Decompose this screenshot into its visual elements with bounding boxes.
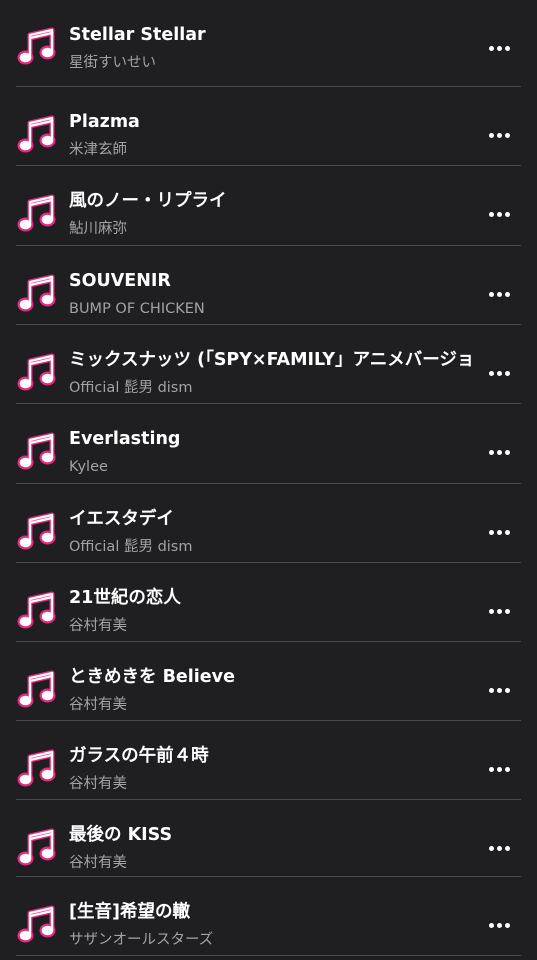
- music-note-icon: [16, 746, 60, 790]
- music-note-icon: [16, 667, 60, 711]
- track-title: Plazma: [69, 112, 140, 132]
- track-artist: サザンオールスターズ: [69, 932, 214, 948]
- more-horizontal-icon[interactable]: [483, 204, 515, 224]
- track-artist: 谷村有美: [69, 776, 127, 792]
- track-artist: Kylee: [69, 459, 108, 475]
- music-note-icon: [16, 429, 60, 473]
- track-artist: Official 髭男 dism: [69, 539, 193, 555]
- track-row[interactable]: 最後の KISS 谷村有美: [0, 800, 537, 879]
- track-artist: BUMP OF CHICKEN: [69, 301, 205, 317]
- track-title: 最後の KISS: [69, 825, 173, 845]
- track-title: Everlasting: [69, 429, 181, 449]
- track-title: ミックスナッツ (「SPY×FAMILY」アニメバージョ: [69, 350, 475, 370]
- track-title: ガラスの午前４時: [69, 746, 209, 766]
- more-horizontal-icon[interactable]: [483, 680, 515, 700]
- track-artist: 米津玄師: [69, 142, 127, 158]
- track-title: Stellar Stellar: [69, 25, 206, 45]
- track-title: 風のノー・リプライ: [69, 191, 227, 211]
- track-row[interactable]: ガラスの午前４時谷村有美: [0, 721, 537, 800]
- track-title: SOUVENIR: [69, 271, 171, 291]
- track-artist: 谷村有美: [69, 618, 127, 634]
- track-row[interactable]: Plazma 米津玄師: [0, 87, 537, 166]
- more-horizontal-icon[interactable]: [483, 125, 515, 145]
- music-note-icon: [16, 271, 60, 315]
- track-list: Stellar Stellar 星街すいせい Plazma 米津玄師 風のノー・リプ…: [0, 0, 537, 960]
- track-title: ときめきを Believe: [69, 667, 235, 687]
- music-note-icon: [16, 112, 60, 156]
- track-row[interactable]: ときめきを Believe 谷村有美: [0, 642, 537, 721]
- track-row[interactable]: ミックスナッツ (「SPY×FAMILY」アニメバージョ Official 髭男 …: [0, 325, 537, 404]
- track-row[interactable]: Stellar Stellar 星街すいせい: [0, 0, 537, 79]
- music-note-icon: [16, 350, 60, 394]
- more-horizontal-icon[interactable]: [483, 838, 515, 858]
- track-artist: Official 髭男 dism: [69, 380, 193, 396]
- more-horizontal-icon[interactable]: [483, 284, 515, 304]
- track-artist: 谷村有美: [69, 697, 127, 713]
- music-note-icon: [16, 902, 60, 946]
- track-artist: 鮎川麻弥: [69, 221, 127, 237]
- track-artist: 星街すいせい: [69, 55, 156, 71]
- row-divider: [16, 955, 521, 956]
- music-note-icon: [16, 24, 60, 68]
- more-horizontal-icon[interactable]: [483, 601, 515, 621]
- track-row[interactable]: Everlasting Kylee: [0, 404, 537, 483]
- music-note-icon: [16, 825, 60, 869]
- track-row[interactable]: [生音]希望の轍サザンオールスターズ: [0, 877, 537, 956]
- more-horizontal-icon[interactable]: [483, 522, 515, 542]
- track-title: [生音]希望の轍: [69, 902, 190, 922]
- music-note-icon: [16, 509, 60, 553]
- track-row[interactable]: イエスタデイ Official 髭男 dism: [0, 484, 537, 563]
- music-note-icon: [16, 191, 60, 235]
- more-horizontal-icon[interactable]: [483, 759, 515, 779]
- more-horizontal-icon[interactable]: [483, 363, 515, 383]
- track-title: イエスタデイ: [69, 509, 174, 529]
- more-horizontal-icon[interactable]: [483, 38, 515, 58]
- track-row[interactable]: SOUVENIR BUMP OF CHICKEN: [0, 246, 537, 325]
- track-row[interactable]: 風のノー・リプライ鮎川麻弥: [0, 166, 537, 245]
- track-title: 21世紀の恋人: [69, 588, 181, 608]
- track-artist: 谷村有美: [69, 855, 127, 871]
- track-row[interactable]: 21世紀の恋人谷村有美: [0, 563, 537, 642]
- music-note-icon: [16, 588, 60, 632]
- more-horizontal-icon[interactable]: [483, 442, 515, 462]
- more-horizontal-icon[interactable]: [483, 915, 515, 935]
